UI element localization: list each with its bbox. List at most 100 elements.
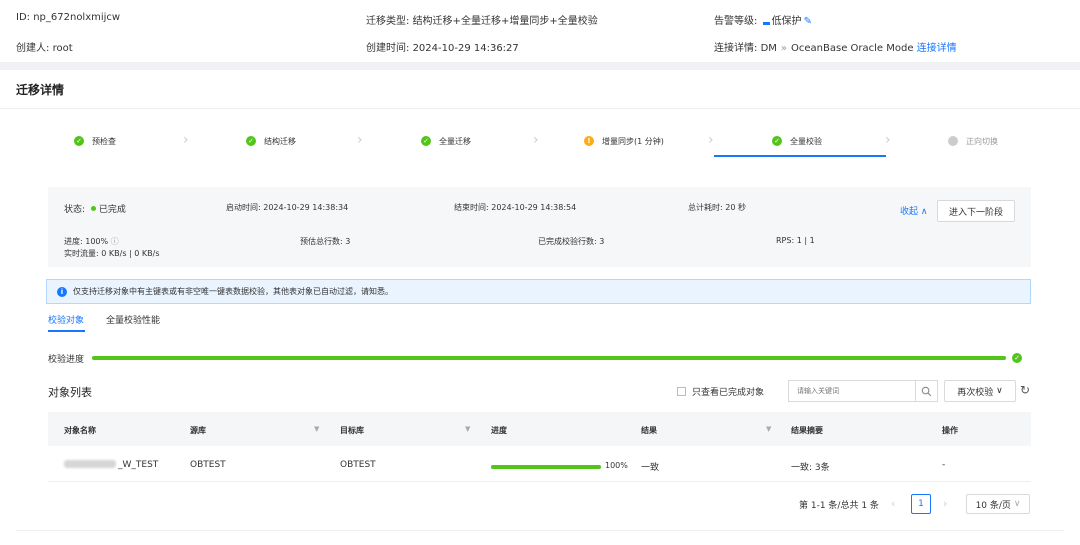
created-time: 创建时间: 2024-10-29 14:36:27 [366, 39, 519, 54]
check-complete-icon: ✓ [1012, 353, 1022, 363]
page-size-value: 10 条/页 [975, 500, 1011, 511]
alert-level-label: 告警等级: [714, 16, 761, 27]
column-header-object-name: 对象名称 [64, 426, 96, 435]
estimated-rows-value: 3 [345, 237, 351, 246]
tab-verification-performance[interactable]: 全量校验性能 [106, 313, 160, 326]
refresh-icon[interactable]: ↻ [1020, 383, 1030, 397]
connection-arrow-icon: » [780, 43, 788, 54]
step-label: 结构迁移 [264, 136, 296, 146]
estimated-rows: 预估总行数: 3 [300, 236, 350, 247]
search-input[interactable] [788, 380, 916, 402]
chevron-down-icon: ∨ [996, 386, 1003, 396]
step-label: 全量校验 [790, 136, 822, 146]
column-header-summary: 结果摘要 [791, 426, 823, 435]
task-id: ID: np_672nolxmijcw [16, 12, 120, 23]
state-label: 状态: [64, 205, 88, 215]
info-icon: i [57, 286, 67, 297]
object-name-suffix: _W_TEST [118, 460, 159, 470]
status-dot-icon [90, 206, 96, 211]
pagination-page-1[interactable]: 1 [911, 494, 931, 514]
connection-details-link[interactable]: 连接详情 [917, 43, 957, 54]
object-list-title: 对象列表 [48, 386, 92, 399]
duration-value: 20 秒 [725, 203, 746, 212]
step-full-migration[interactable]: ✓ 全量迁移 [421, 134, 471, 148]
checked-rows: 已完成校验行数: 3 [538, 236, 604, 247]
column-header-source: 源库 [190, 426, 206, 435]
actions-cell: - [942, 460, 946, 470]
check-progress-label: 校验进度 [48, 355, 85, 365]
prev-page-icon[interactable]: ‹ [891, 497, 895, 510]
only-completed-checkbox[interactable]: 只查看已完成对象 [677, 385, 764, 398]
search-button[interactable] [916, 380, 938, 402]
recheck-button[interactable]: 再次校验 ∨ [944, 380, 1016, 402]
pending-icon [948, 136, 958, 146]
traffic-value: 0 KB/s | 0 KB/s [101, 249, 160, 258]
summary-cell: 一致: 3条 [791, 463, 830, 473]
recheck-label: 再次校验 [957, 387, 994, 398]
row-progress-fill [491, 465, 601, 469]
task-id-value: np_672nolxmijcw [33, 12, 121, 23]
check-icon: ✓ [772, 136, 782, 146]
alert-text: 仅支持迁移对象中有主键表或有非空唯一键表数据校验，其他表对象已自动过滤，请知悉。 [73, 287, 393, 296]
alert-level-icon [762, 15, 770, 25]
step-precheck[interactable]: ✓ 预检查 [74, 134, 116, 148]
rps-value: 1 | 1 [796, 236, 815, 245]
checked-rows-label: 已完成校验行数: [538, 237, 600, 246]
state-value: 已完成 [98, 205, 126, 215]
check-icon: ✓ [421, 136, 431, 146]
duration: 总计耗时: 20 秒 [688, 202, 746, 213]
object-name-cell: _W_TEST [64, 460, 158, 470]
row-progress-bar [491, 465, 601, 469]
chevron-right-icon: › [183, 132, 189, 148]
step-schema-migration[interactable]: ✓ 结构迁移 [246, 134, 296, 148]
step-forward-switchover[interactable]: 正向切换 [948, 134, 998, 148]
row-progress-text: 100% [605, 461, 628, 470]
next-page-icon[interactable]: › [943, 497, 947, 510]
rps: RPS: 1 | 1 [776, 236, 815, 245]
check-progress-bar [92, 356, 1006, 360]
check-icon: ✓ [246, 136, 256, 146]
tab-verification-objects[interactable]: 校验对象 [48, 313, 84, 326]
chevron-right-icon: › [885, 132, 891, 148]
step-incremental-sync[interactable]: ! 增量同步(1 分钟) [584, 134, 664, 148]
filter-icon[interactable]: ▼ [314, 425, 319, 433]
filter-icon[interactable]: ▼ [766, 425, 771, 433]
title-divider [0, 108, 1080, 109]
edit-icon[interactable]: ✎ [804, 16, 812, 27]
alert-level-value: 低保护 [771, 16, 802, 27]
chevron-right-icon: › [357, 132, 363, 148]
step-label: 预检查 [92, 136, 116, 146]
filter-icon[interactable]: ▼ [465, 425, 470, 433]
end-time-label: 结束时间: [454, 203, 492, 212]
active-step-indicator [714, 155, 886, 157]
end-time: 结束时间: 2024-10-29 14:38:54 [454, 202, 576, 213]
table-row: _W_TEST OBTEST OBTEST 100% 一致 一致: 3条 - [48, 446, 1031, 482]
creator-label: 创建人: [16, 43, 53, 54]
traffic-label: 实时流量: [64, 249, 102, 258]
help-icon[interactable]: ⓘ [111, 237, 119, 246]
stage-status-panel: 状态: 已完成 启动时间: 2024-10-29 14:38:34 结束时间: … [48, 187, 1031, 267]
page-title: 迁移详情 [16, 83, 65, 97]
warning-icon: ! [584, 136, 594, 146]
step-label: 正向切换 [966, 136, 998, 146]
checkbox-icon[interactable] [677, 387, 686, 396]
table-header: 对象名称 源库 ▼ 目标库 ▼ 进度 结果 ▼ 结果摘要 操作 [48, 412, 1031, 446]
active-tab-indicator [48, 330, 85, 332]
collapse-button[interactable]: 收起 ∧ [900, 204, 927, 217]
column-header-progress: 进度 [491, 426, 507, 435]
migration-type-label: 迁移类型: [366, 16, 413, 27]
next-stage-button[interactable]: 进入下一阶段 [937, 200, 1015, 222]
info-alert: i 仅支持迁移对象中有主键表或有非空唯一键表数据校验，其他表对象已自动过滤，请知… [46, 279, 1031, 304]
realtime-traffic: 实时流量: 0 KB/s | 0 KB/s [64, 248, 160, 259]
connection-source: DM [760, 43, 777, 54]
migration-type-value: 结构迁移+全量迁移+增量同步+全量校验 [412, 16, 598, 27]
step-full-verification[interactable]: ✓ 全量校验 [772, 134, 822, 148]
page-size-select[interactable]: 10 条/页 ∨ [966, 494, 1030, 514]
connection-target: OceanBase Oracle Mode [791, 43, 914, 54]
chevron-right-icon: › [533, 132, 539, 148]
column-header-actions: 操作 [942, 426, 958, 435]
start-time-label: 启动时间: [226, 203, 264, 212]
checked-rows-value: 3 [599, 237, 605, 246]
progress-label: 进度: [64, 237, 86, 246]
stage-state: 状态: 已完成 [64, 202, 126, 215]
